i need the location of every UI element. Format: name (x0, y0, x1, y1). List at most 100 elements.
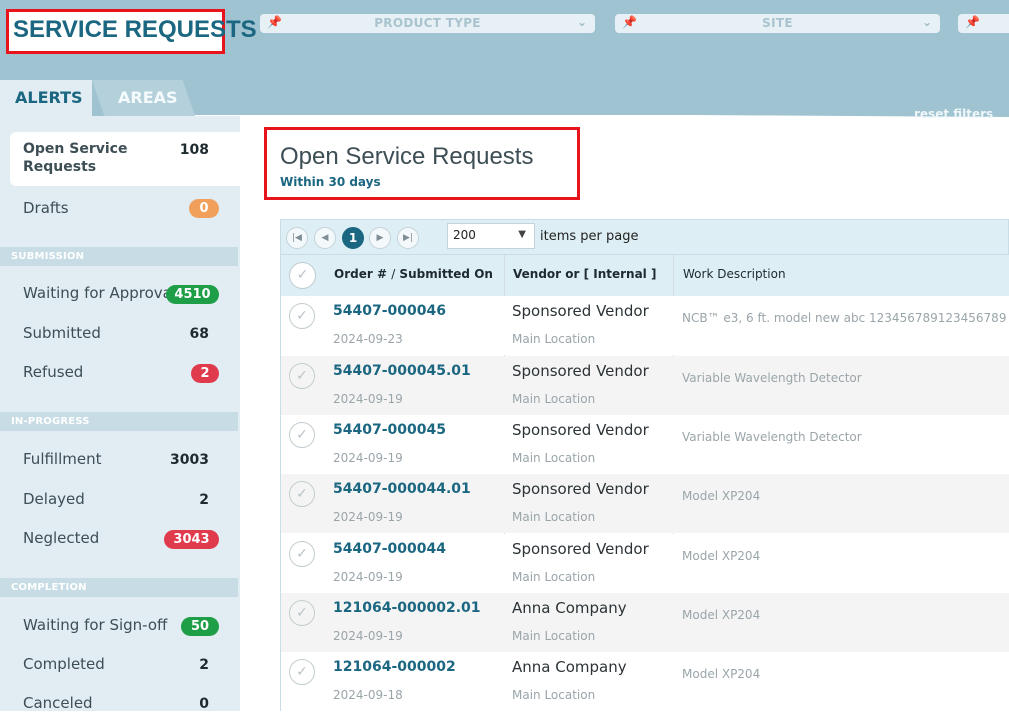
table-row[interactable]: ✓ 121064-000002.01 2024-09-19 Anna Compa… (281, 593, 1009, 652)
row-checkbox[interactable]: ✓ (289, 541, 315, 567)
vendor-location: Main Location (512, 332, 596, 346)
caret-down-icon: ▼ (518, 229, 526, 240)
vendor-name: Sponsored Vendor (512, 540, 649, 558)
submitted-date: 2024-09-19 (333, 451, 403, 465)
vendor-name: Sponsored Vendor (512, 480, 649, 498)
pin-icon[interactable]: 📌 (965, 15, 980, 29)
sidebar-item-canceled[interactable]: Canceled 0 (10, 688, 240, 728)
order-number-link[interactable]: 54407-000045 (333, 422, 446, 438)
sidebar-item-label: Neglected (23, 529, 100, 547)
work-description: Model XP204 (682, 608, 761, 622)
sidebar-item-count: 0 (199, 696, 209, 712)
sidebar-item-delayed[interactable]: Delayed 2 (10, 484, 240, 524)
order-number-link[interactable]: 121064-000002 (333, 659, 456, 675)
vendor-name: Anna Company (512, 599, 627, 617)
sidebar-item-count: 2 (199, 492, 209, 508)
page-title: Open Service Requests (280, 143, 534, 170)
row-checkbox[interactable]: ✓ (289, 659, 315, 685)
current-page-button[interactable]: 1 (342, 227, 364, 249)
page-subtitle: Within 30 days (280, 175, 381, 189)
sidebar-item-drafts[interactable]: Drafts 0 (10, 193, 240, 233)
order-number-link[interactable]: 54407-000046 (333, 303, 446, 319)
order-header[interactable]: Order # / Submitted On (334, 267, 493, 281)
sidebar-item-count: 108 (179, 142, 209, 158)
tab-areas-label: AREAS (118, 88, 178, 107)
sidebar-item-count: 68 (189, 326, 209, 342)
page-size-value: 200 (453, 228, 476, 242)
row-checkbox[interactable]: ✓ (289, 303, 315, 329)
reset-filters-link[interactable]: reset filters (914, 107, 993, 121)
table-row[interactable]: ✓ 54407-000046 2024-09-23 Sponsored Vend… (281, 296, 1009, 355)
work-description: NCB™ e3, 6 ft. model new abc 12345678912… (682, 311, 1007, 325)
vendor-location: Main Location (512, 510, 596, 524)
vendor-name: Sponsored Vendor (512, 421, 649, 439)
chevron-down-icon: ⌄ (576, 15, 587, 29)
select-all-checkbox[interactable]: ✓ (289, 262, 316, 289)
next-page-button[interactable]: ▶ (369, 227, 391, 249)
vendor-header[interactable]: Vendor or [ Internal ] (513, 267, 656, 281)
section-header-in-progress: IN-PROGRESS (0, 412, 238, 431)
sidebar-item-label: Submitted (23, 324, 101, 342)
sidebar-item-label: Delayed (23, 490, 85, 508)
vendor-name: Sponsored Vendor (512, 362, 649, 380)
order-number-link[interactable]: 121064-000002.01 (333, 600, 481, 616)
sidebar-item-submitted[interactable]: Submitted 68 (10, 318, 240, 358)
row-checkbox[interactable]: ✓ (289, 481, 315, 507)
count-badge: 3043 (164, 530, 219, 549)
filter-more[interactable]: 📌 (958, 14, 1009, 33)
submitted-date: 2024-09-23 (333, 332, 403, 346)
submitted-date: 2024-09-19 (333, 510, 403, 524)
last-page-button[interactable]: ▶| (397, 227, 419, 249)
sidebar-item-fulfillment[interactable]: Fulfillment 3003 (10, 444, 240, 484)
sidebar-item-label: Refused (23, 363, 84, 381)
row-checkbox[interactable]: ✓ (289, 600, 315, 626)
work-description: Model XP204 (682, 667, 761, 681)
tab-alerts[interactable]: ALERTS (0, 80, 92, 116)
submitted-date: 2024-09-19 (333, 392, 403, 406)
sidebar-item-open[interactable]: Open Service Requests 108 (10, 132, 240, 186)
submitted-date: 2024-09-19 (333, 629, 403, 643)
vendor-location: Main Location (512, 392, 596, 406)
filter-site[interactable]: 📌 SITE ⌄ (615, 14, 940, 33)
row-checkbox[interactable]: ✓ (289, 422, 315, 448)
filter-label: PRODUCT TYPE (374, 16, 481, 30)
filter-product-type[interactable]: 📌 PRODUCT TYPE ⌄ (260, 14, 595, 33)
first-page-button[interactable]: |◀ (286, 227, 308, 249)
vendor-location: Main Location (512, 688, 596, 702)
sidebar-item-completed[interactable]: Completed 2 (10, 649, 240, 689)
order-number-link[interactable]: 54407-000044 (333, 541, 446, 557)
sidebar-item-neglected[interactable]: Neglected 3043 (10, 523, 240, 563)
sidebar-item-label: Canceled (23, 694, 93, 712)
sidebar-item-refused[interactable]: Refused 2 (10, 357, 240, 397)
per-page-label: items per page (540, 229, 639, 244)
sidebar-item-label: Waiting for Approval (23, 284, 177, 302)
desc-header[interactable]: Work Description (683, 267, 786, 281)
sidebar-item-label: Waiting for Sign-off (23, 616, 168, 634)
order-number-link[interactable]: 54407-000044.01 (333, 481, 471, 497)
vendor-location: Main Location (512, 629, 596, 643)
submitted-date: 2024-09-19 (333, 570, 403, 584)
table-row[interactable]: ✓ 54407-000045 2024-09-19 Sponsored Vend… (281, 415, 1009, 474)
table-row[interactable]: ✓ 54407-000044.01 2024-09-19 Sponsored V… (281, 474, 1009, 533)
count-badge: 0 (189, 199, 219, 218)
tab-areas[interactable]: AREAS (92, 80, 195, 116)
header-separator: / (391, 267, 396, 281)
sidebar-item-waiting-signoff[interactable]: Waiting for Sign-off 50 (10, 610, 240, 650)
work-description: Model XP204 (682, 549, 761, 563)
prev-page-button[interactable]: ◀ (314, 227, 336, 249)
table-row[interactable]: ✓ 54407-000045.01 2024-09-19 Sponsored V… (281, 356, 1009, 415)
filter-label: SITE (762, 16, 793, 30)
order-number-link[interactable]: 54407-000045.01 (333, 363, 471, 379)
work-description: Variable Wavelength Detector (682, 430, 862, 444)
page-size-select[interactable]: 200 ▼ (447, 223, 535, 249)
table-row[interactable]: ✓ 54407-000044 2024-09-19 Sponsored Vend… (281, 534, 1009, 593)
sidebar-item-count: 3003 (170, 452, 209, 468)
count-badge: 4510 (166, 285, 219, 304)
row-checkbox[interactable]: ✓ (289, 363, 315, 389)
order-header-label: Order # (334, 267, 387, 281)
sidebar-item-label: Fulfillment (23, 450, 102, 468)
table-row[interactable]: ✓ 121064-000002 2024-09-18 Anna Company … (281, 652, 1009, 711)
sidebar-item-waiting-approval[interactable]: Waiting for Approval 4510 (10, 278, 240, 318)
sidebar-item-label: Open Service Requests (23, 141, 128, 175)
submitted-date: 2024-09-18 (333, 688, 403, 702)
